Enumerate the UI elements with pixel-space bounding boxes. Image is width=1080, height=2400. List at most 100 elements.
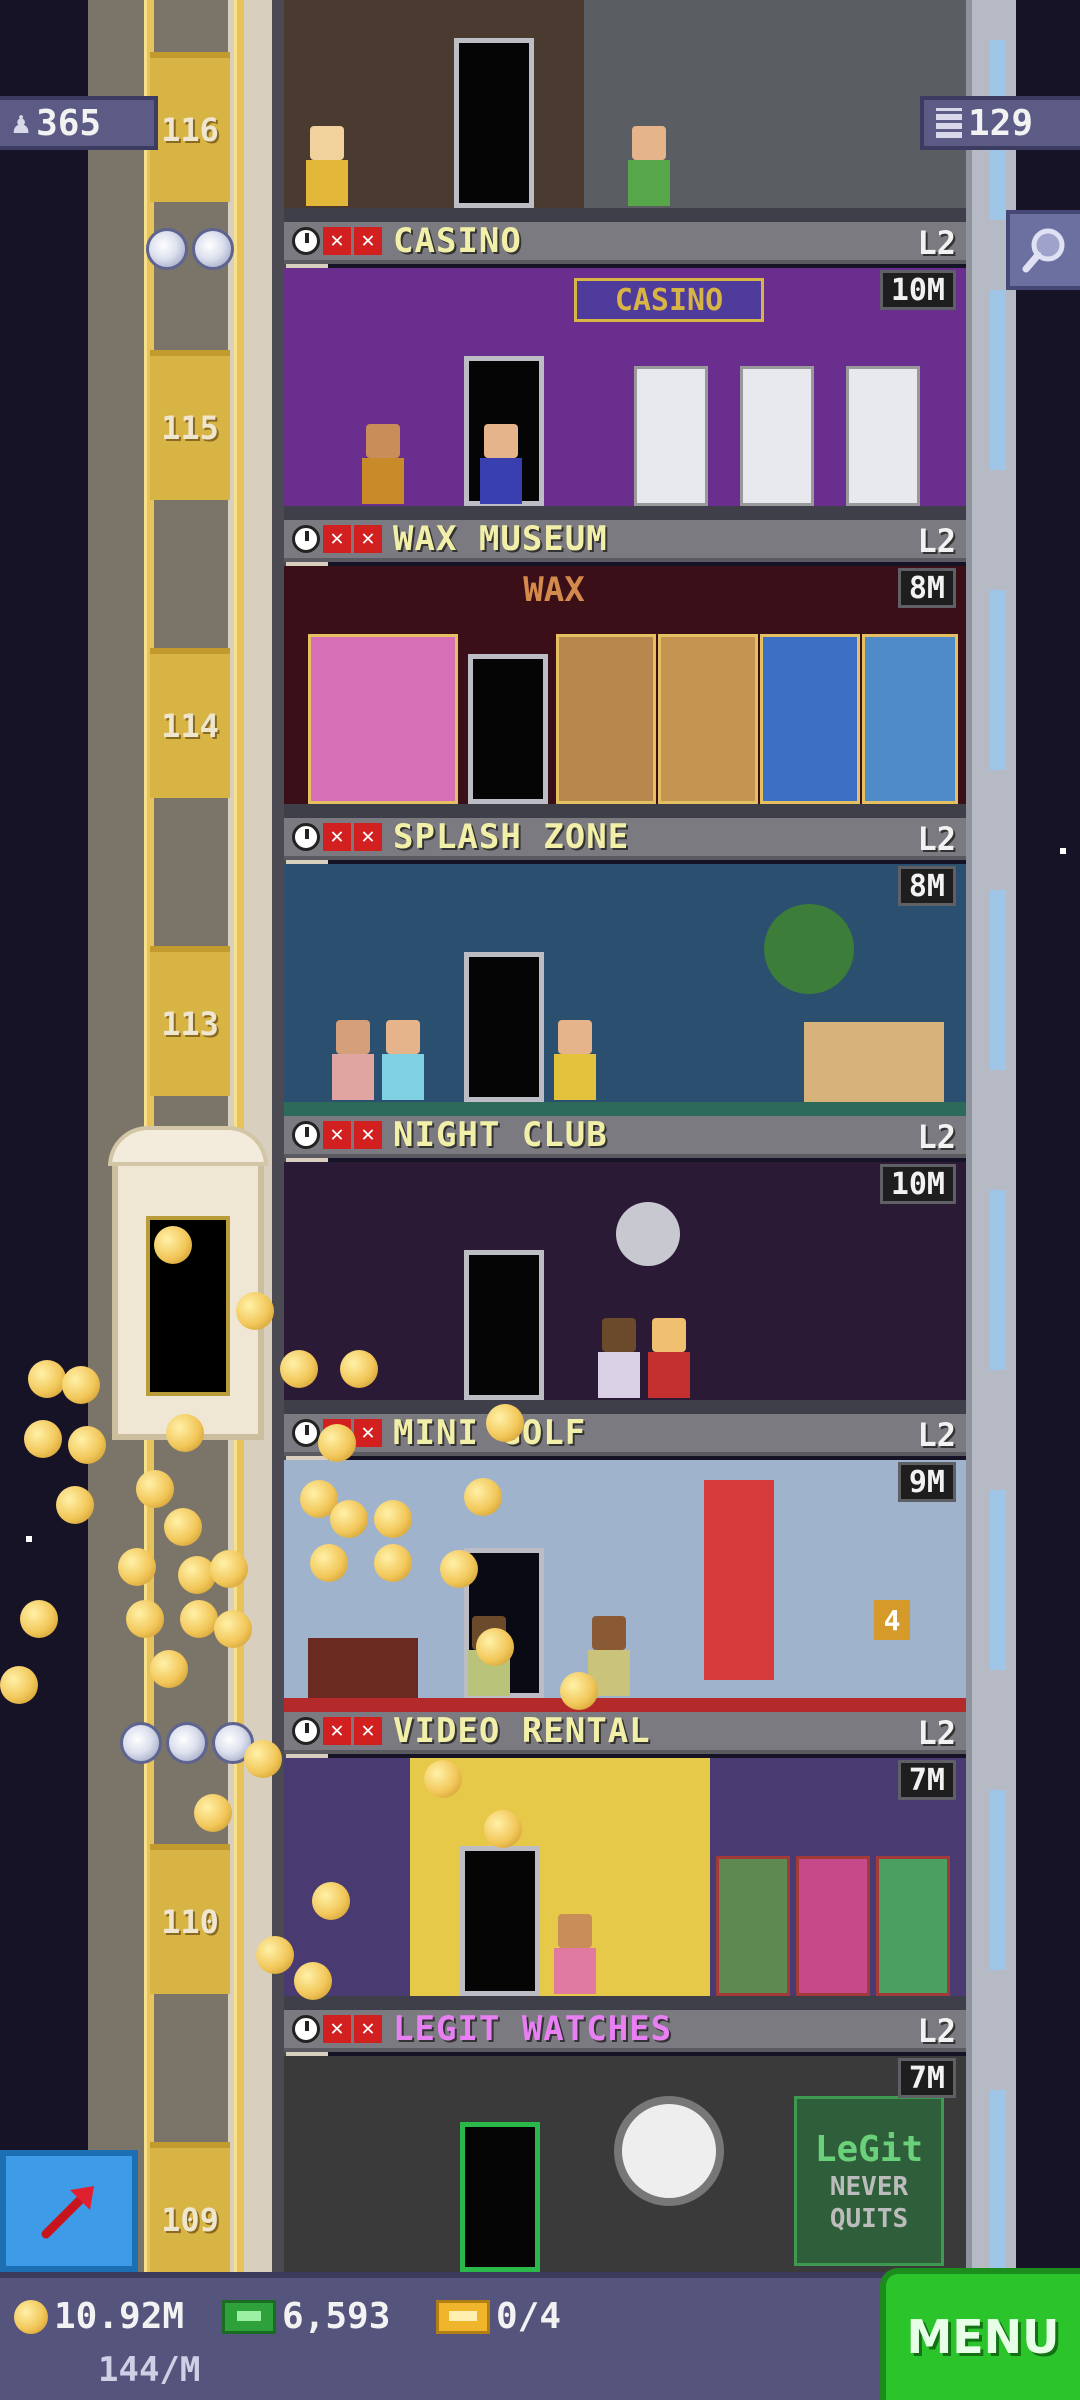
floors-icon: [936, 108, 962, 138]
star-icon: [120, 1722, 162, 1764]
person-head: [366, 424, 400, 458]
coin-particle[interactable]: [310, 1544, 348, 1582]
coin-particle[interactable]: [180, 1600, 218, 1638]
coin-particle[interactable]: [126, 1600, 164, 1638]
coin-particle[interactable]: [118, 1548, 156, 1586]
room-door: [464, 952, 544, 1102]
coin-particle[interactable]: [374, 1500, 412, 1538]
coin-particle[interactable]: [476, 1628, 514, 1666]
tower-resident[interactable]: [476, 424, 526, 504]
coin-particle[interactable]: [20, 1600, 58, 1638]
coin-particle[interactable]: [486, 1404, 524, 1442]
clock-icon: [292, 1121, 320, 1149]
clock-icon: [292, 2015, 320, 2043]
room-earnings: 8M: [897, 568, 956, 608]
tower-resident[interactable]: [624, 126, 674, 206]
coin-particle[interactable]: [318, 1424, 356, 1462]
tower-resident[interactable]: [550, 1020, 600, 1100]
x-icon: ✕: [354, 1419, 382, 1447]
person-body: [598, 1352, 640, 1398]
coin-particle[interactable]: [236, 1292, 274, 1330]
coin-particle[interactable]: [464, 1478, 502, 1516]
room-door: [468, 654, 548, 804]
coin-particle[interactable]: [28, 1360, 66, 1398]
coin-particle[interactable]: [484, 1810, 522, 1848]
menu-button[interactable]: MENU: [880, 2268, 1080, 2400]
room-legit-watches[interactable]: ✕ ✕ LEGIT WATCHES L2 LeGit NEVER QUITS 7…: [284, 2010, 966, 2272]
tower-resident[interactable]: [378, 1020, 428, 1100]
x-icon: ✕: [354, 2015, 382, 2043]
room-night-club[interactable]: ✕ ✕ NIGHT CLUB L2 10M: [284, 1116, 966, 1414]
tower-resident[interactable]: [644, 1318, 694, 1398]
coin-particle[interactable]: [56, 1486, 94, 1524]
coin-particle[interactable]: [136, 1470, 174, 1508]
x-icon: ✕: [354, 525, 382, 553]
x-icon: ✕: [323, 227, 351, 255]
coin-particle[interactable]: [154, 1226, 192, 1264]
elevator-car[interactable]: [108, 1126, 268, 1440]
x-icon: ✕: [323, 2015, 351, 2043]
tower-resident[interactable]: [594, 1318, 644, 1398]
coin-particle[interactable]: [560, 1672, 598, 1710]
search-button[interactable]: [1006, 210, 1080, 290]
coin-particle[interactable]: [440, 1550, 478, 1588]
coin-particle[interactable]: [294, 1962, 332, 2000]
coin-particle[interactable]: [214, 1610, 252, 1648]
coin-particle[interactable]: [330, 1500, 368, 1538]
coins-stat[interactable]: 10.92M: [14, 2296, 184, 2337]
x-icon: ✕: [323, 1717, 351, 1745]
wax-sign: WAX: [523, 570, 585, 610]
tickets-stat[interactable]: 0/4: [436, 2296, 561, 2337]
search-icon: [1022, 228, 1065, 273]
bux-value: 6,593: [282, 2296, 391, 2337]
display-case: [862, 634, 958, 804]
brand-sign: LeGit NEVER QUITS: [794, 2096, 944, 2266]
coin-particle[interactable]: [194, 1794, 232, 1832]
coin-particle[interactable]: [374, 1544, 412, 1582]
room-level: L2: [917, 1714, 956, 1752]
coin-particle[interactable]: [256, 1936, 294, 1974]
coin-particle[interactable]: [340, 1350, 378, 1388]
building-window: [990, 890, 1006, 1070]
building-window: [990, 290, 1006, 470]
coin-particle[interactable]: [24, 1420, 62, 1458]
coin-particle[interactable]: [150, 1650, 188, 1688]
room-interior: [284, 864, 966, 1116]
person-body: [306, 160, 348, 206]
room-wax-museum[interactable]: ✕ ✕ WAX MUSEUM L2 WAX 8M: [284, 520, 966, 818]
room-interior: [284, 1162, 966, 1414]
coin-particle[interactable]: [210, 1550, 248, 1588]
coin-particle[interactable]: [424, 1760, 462, 1798]
coin-particle[interactable]: [166, 1414, 204, 1452]
person-body: [362, 458, 404, 504]
person-head: [558, 1020, 592, 1054]
tower-resident[interactable]: [328, 1020, 378, 1100]
coin-particle[interactable]: [244, 1740, 282, 1778]
room-partial-top[interactable]: [284, 0, 966, 222]
tower-resident[interactable]: [302, 126, 352, 206]
coin-particle[interactable]: [68, 1426, 106, 1464]
coin-particle[interactable]: [312, 1882, 350, 1920]
building-window: [990, 1790, 1006, 1970]
person-head: [386, 1020, 420, 1054]
build-button[interactable]: [0, 2150, 138, 2272]
room-door: [460, 1846, 540, 1996]
coin-particle[interactable]: [62, 1366, 100, 1404]
building-window: [990, 2090, 1006, 2270]
coin-particle[interactable]: [0, 1666, 38, 1704]
coin-particle[interactable]: [164, 1508, 202, 1546]
bux-icon: [222, 2299, 276, 2334]
room-splash-zone[interactable]: ✕ ✕ SPLASH ZONE L2 8M: [284, 818, 966, 1116]
room-header: ✕ ✕ WAX MUSEUM L2: [284, 520, 966, 562]
room-casino[interactable]: ✕ ✕ CASINO L2 CASINO 10M: [284, 222, 966, 520]
floor-count-badge[interactable]: 129: [920, 96, 1080, 150]
bux-stat[interactable]: 6,593: [222, 2296, 390, 2337]
room-video-rental[interactable]: ✕ ✕ VIDEO RENTAL L2 7M: [284, 1712, 966, 2010]
room-header: ✕ ✕ CASINO L2: [284, 222, 966, 264]
coin-rate: 144/M: [98, 2350, 201, 2390]
population-badge[interactable]: ♟ 365: [0, 96, 158, 150]
room-earnings: 7M: [897, 1760, 956, 1800]
tower-resident[interactable]: [550, 1914, 600, 1994]
coin-particle[interactable]: [280, 1350, 318, 1388]
tower-resident[interactable]: [358, 424, 408, 504]
